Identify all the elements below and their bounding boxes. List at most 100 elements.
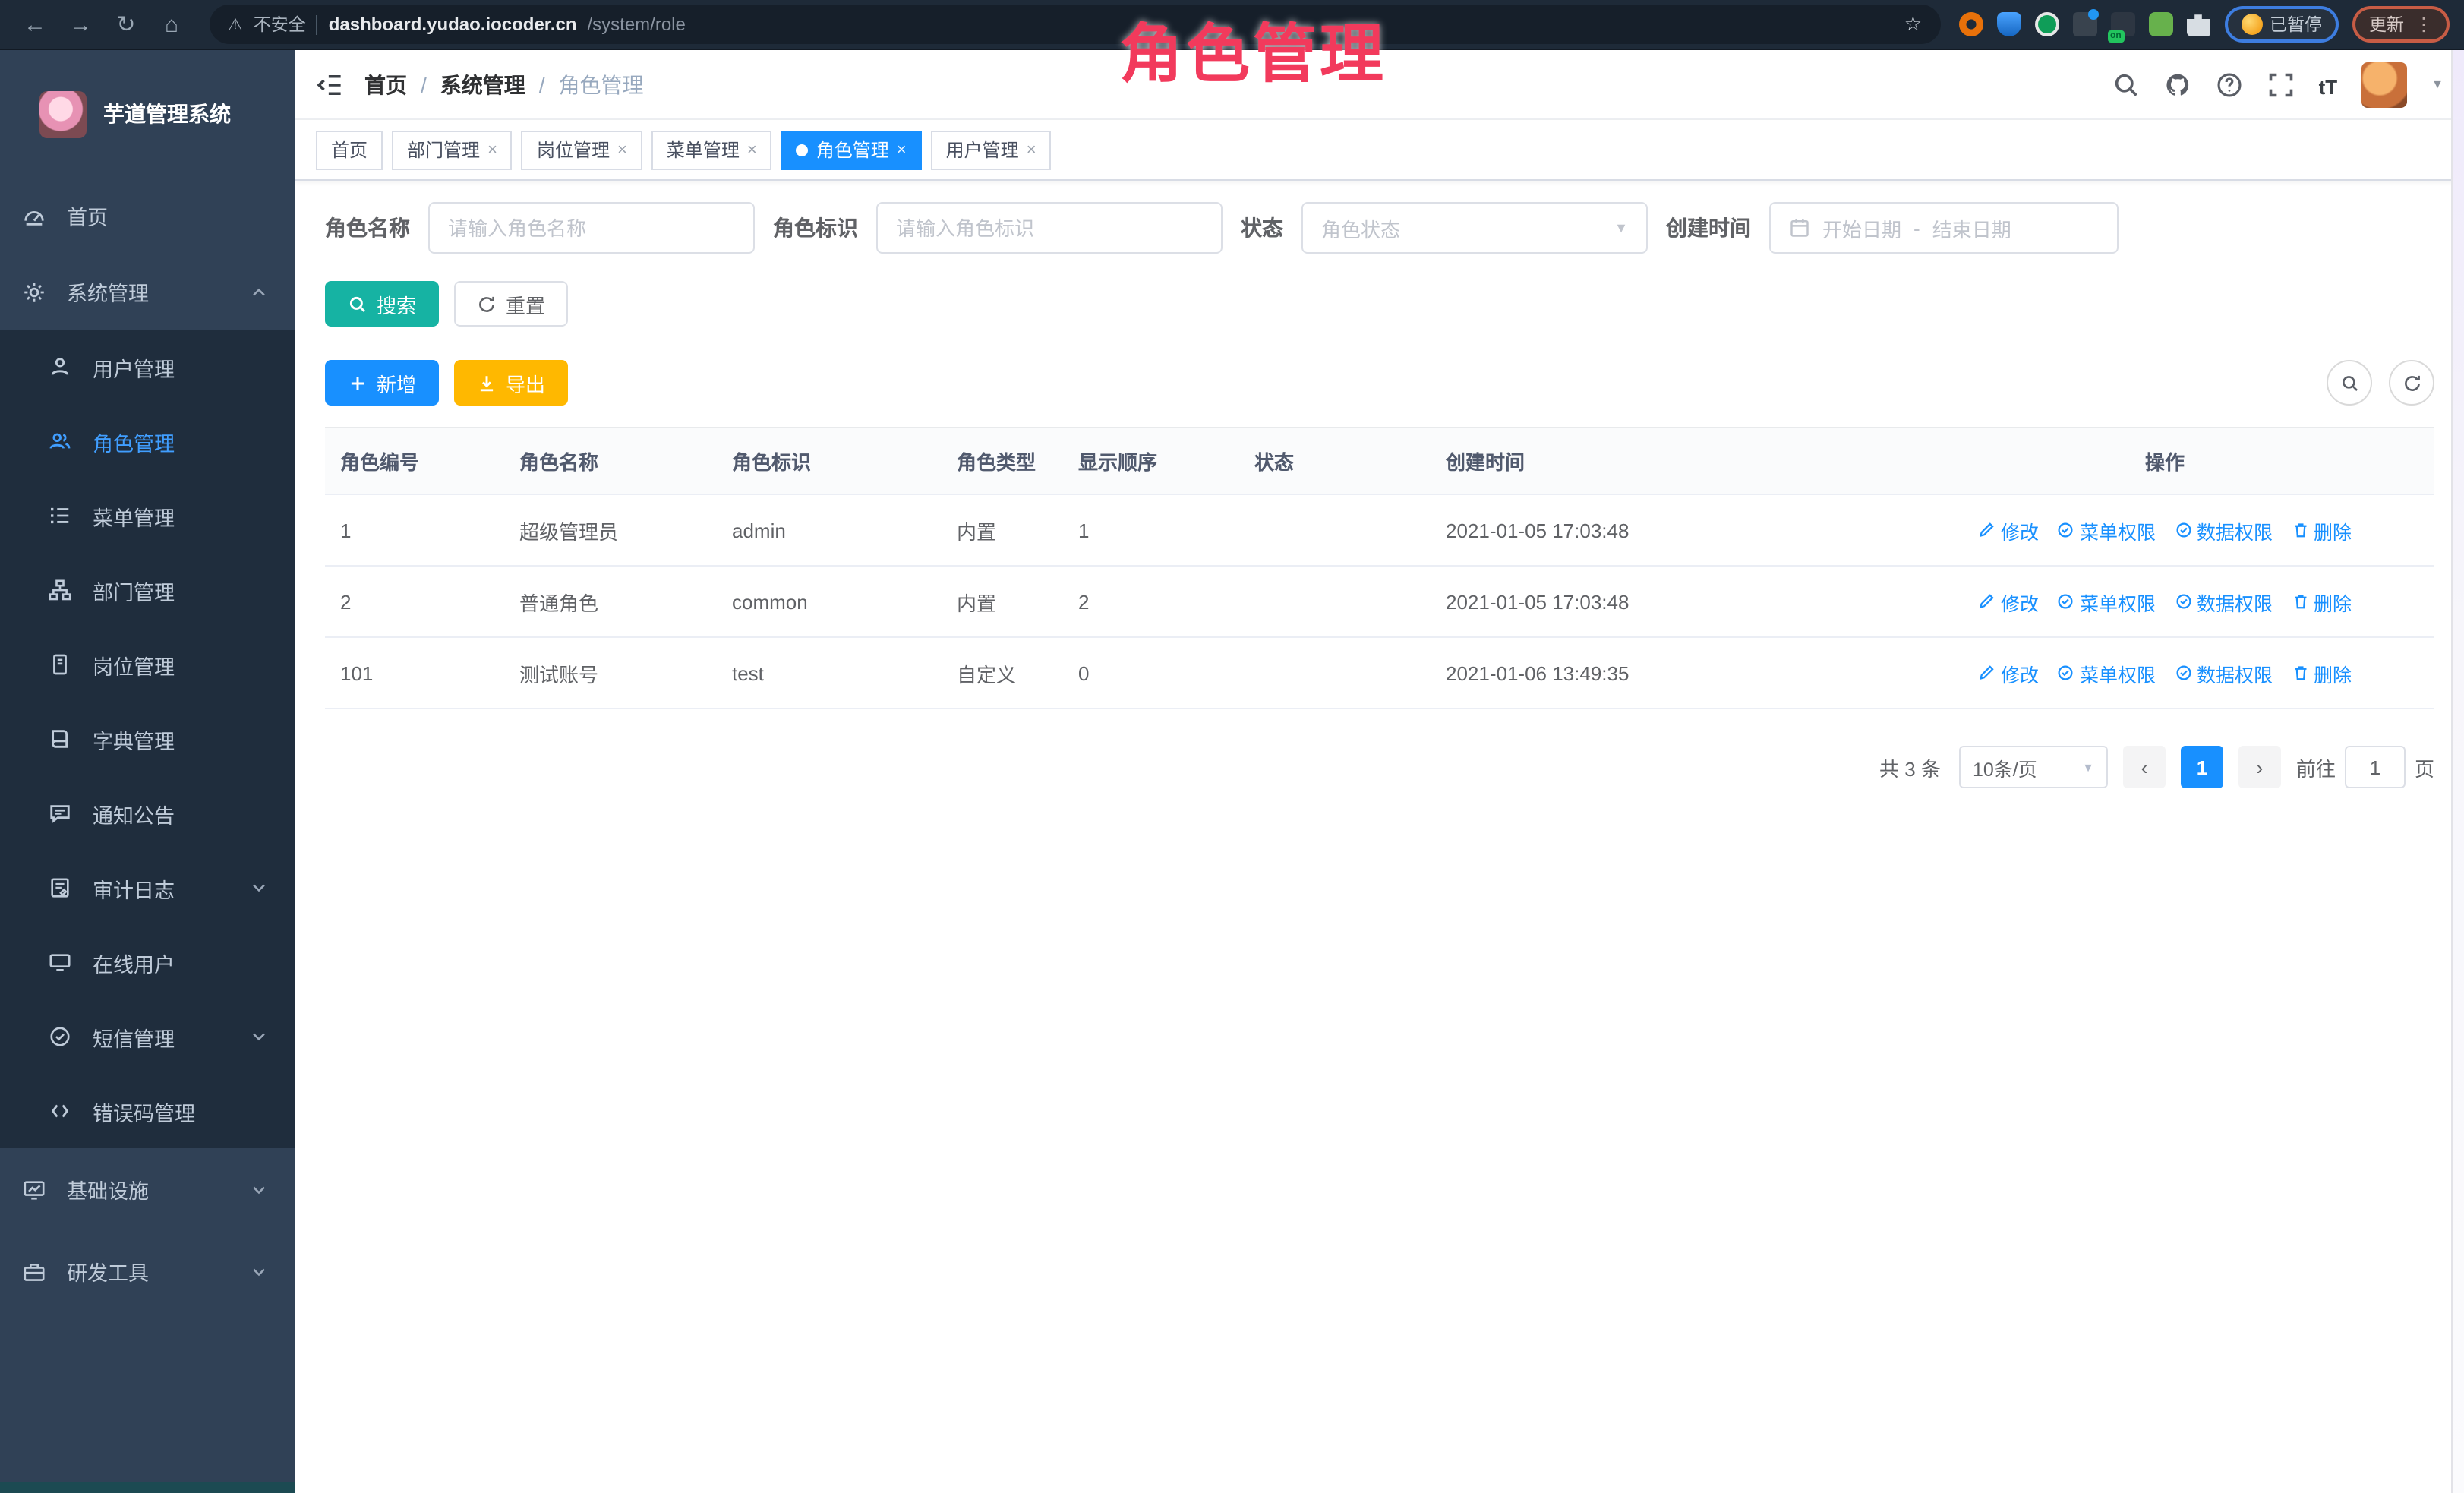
sidebar-item-users[interactable]: 用户管理	[0, 330, 295, 404]
browser-reload-icon[interactable]: ↻	[106, 5, 146, 44]
menu-permission-link[interactable]: 菜单权限	[2057, 658, 2156, 687]
sidebar-item-menus[interactable]: 菜单管理	[0, 478, 295, 553]
tab-users[interactable]: 用户管理×	[931, 130, 1052, 169]
profile-paused-chip[interactable]: 已暂停	[2224, 6, 2339, 43]
browser-menu-kebab-icon[interactable]: ⋮	[2415, 14, 2433, 35]
gear-icon	[23, 280, 46, 303]
sidebar-item-roles[interactable]: 角色管理	[0, 404, 295, 478]
user-avatar[interactable]	[2361, 62, 2407, 107]
browser-scrollbar[interactable]	[2451, 50, 2464, 1493]
tab-departments[interactable]: 部门管理 ×	[392, 130, 513, 169]
extension-blue-drop-icon[interactable]	[1996, 12, 2021, 36]
sidebar-bottom-strip	[0, 1482, 295, 1493]
browser-update-chip[interactable]: 更新 ⋮	[2352, 6, 2450, 43]
sidebar-item-online-users[interactable]: 在线用户	[0, 925, 295, 999]
edit-link[interactable]: 修改	[1978, 587, 2039, 616]
app-logo-row[interactable]: 芋道管理系统	[0, 50, 295, 178]
extension-orange-icon[interactable]	[1958, 12, 1983, 36]
sidebar-item-error-codes[interactable]: 错误码管理	[0, 1074, 295, 1148]
sidebar-item-system[interactable]: 系统管理	[0, 254, 295, 330]
close-icon[interactable]: ×	[617, 140, 627, 159]
sidebar-item-label: 错误码管理	[93, 1096, 195, 1126]
search-icon[interactable]	[2112, 71, 2140, 98]
delete-link[interactable]: 删除	[2291, 516, 2352, 544]
edit-link[interactable]: 修改	[1978, 658, 2039, 687]
role-name-input[interactable]	[448, 216, 735, 239]
next-page-button[interactable]: ›	[2238, 746, 2281, 788]
start-date-placeholder: 开始日期	[1822, 213, 1901, 242]
trash-icon	[2291, 664, 2309, 682]
page-1-button[interactable]: 1	[2181, 746, 2223, 788]
extension-dark-icon[interactable]: on	[2110, 12, 2134, 36]
date-range-picker[interactable]: 开始日期 - 结束日期	[1769, 202, 2119, 254]
search-button[interactable]: 搜索	[325, 281, 439, 327]
address-bar[interactable]: ⚠ 不安全 dashboard.yudao.iocoder.cn /system…	[210, 5, 1940, 44]
help-icon[interactable]	[2216, 71, 2243, 98]
reset-button-label: 重置	[506, 289, 545, 318]
cell-role-sort: 1	[1063, 519, 1239, 541]
search-form: 角色名称 角色标识 状态 角色状态 ▼ 创建时间	[325, 202, 2434, 254]
sidebar-item-departments[interactable]: 部门管理	[0, 553, 295, 627]
sidebar-item-home[interactable]: 首页	[0, 178, 295, 254]
chevron-down-icon: ▼	[1614, 220, 1628, 235]
toggle-search-button[interactable]	[2327, 360, 2372, 406]
edit-link[interactable]: 修改	[1978, 516, 2039, 544]
reset-button[interactable]: 重置	[454, 281, 568, 327]
status-select[interactable]: 角色状态 ▼	[1301, 202, 1648, 254]
breadcrumb-system[interactable]: 系统管理	[440, 69, 525, 99]
circle-check-icon	[2057, 664, 2075, 682]
sidebar-fold-icon[interactable]	[316, 71, 343, 98]
extension-grid-icon[interactable]	[2072, 12, 2096, 36]
github-icon[interactable]	[2164, 71, 2191, 98]
extension-robot-icon[interactable]	[2148, 12, 2172, 36]
prev-page-button[interactable]: ‹	[2123, 746, 2166, 788]
goto-page-input[interactable]	[2345, 746, 2406, 788]
fullscreen-icon[interactable]	[2267, 71, 2295, 98]
extensions-puzzle-icon[interactable]	[2186, 12, 2210, 36]
role-name-field	[428, 202, 755, 254]
role-key-input[interactable]	[896, 216, 1203, 239]
delete-link[interactable]: 删除	[2291, 658, 2352, 687]
close-icon[interactable]: ×	[747, 140, 757, 159]
tab-roles[interactable]: 角色管理×	[781, 130, 922, 169]
close-icon[interactable]: ×	[487, 140, 497, 159]
browser-back-icon[interactable]: ←	[15, 5, 55, 44]
sidebar-item-posts[interactable]: 岗位管理	[0, 627, 295, 702]
avatar-caret-icon[interactable]: ▼	[2431, 77, 2443, 91]
delete-label: 删除	[2314, 516, 2352, 544]
browser-home-icon[interactable]: ⌂	[152, 5, 191, 44]
tab-label: 部门管理	[407, 137, 480, 163]
close-icon[interactable]: ×	[1027, 140, 1036, 159]
tab-menus[interactable]: 菜单管理×	[651, 130, 772, 169]
sidebar-item-notices[interactable]: 通知公告	[0, 776, 295, 851]
data-permission-link[interactable]: 数据权限	[2174, 587, 2273, 616]
sidebar-item-infrastructure[interactable]: 基础设施	[0, 1148, 295, 1230]
cell-role-id: 2	[325, 590, 504, 613]
close-icon[interactable]: ×	[897, 140, 907, 159]
tab-posts[interactable]: 岗位管理 ×	[522, 130, 642, 169]
data-permission-link[interactable]: 数据权限	[2174, 658, 2273, 687]
font-size-icon[interactable]: tT	[2319, 71, 2338, 98]
circle-check-icon	[2057, 592, 2075, 611]
extension-green-icon[interactable]	[2034, 12, 2059, 36]
breadcrumb-home[interactable]: 首页	[364, 69, 407, 99]
data-permission-link[interactable]: 数据权限	[2174, 516, 2273, 544]
menu-permission-link[interactable]: 菜单权限	[2057, 516, 2156, 544]
security-label[interactable]: 不安全	[254, 12, 306, 36]
add-button[interactable]: 新增	[325, 360, 439, 406]
tab-home[interactable]: 首页	[316, 130, 383, 169]
chevron-down-icon: ▼	[2082, 760, 2094, 774]
browser-forward-icon[interactable]: →	[61, 5, 100, 44]
sidebar-item-sms[interactable]: 短信管理	[0, 999, 295, 1074]
sidebar-item-dev-tools[interactable]: 研发工具	[0, 1230, 295, 1312]
page-size-select[interactable]: 10条/页 ▼	[1959, 746, 2108, 788]
sidebar-item-dict[interactable]: 字典管理	[0, 702, 295, 776]
bookmark-star-icon[interactable]: ☆	[1904, 12, 1922, 36]
delete-link[interactable]: 删除	[2291, 587, 2352, 616]
export-button[interactable]: 导出	[454, 360, 568, 406]
tab-label: 岗位管理	[537, 137, 610, 163]
audit-log-icon	[49, 876, 71, 899]
refresh-table-button[interactable]	[2389, 360, 2434, 406]
menu-permission-link[interactable]: 菜单权限	[2057, 587, 2156, 616]
sidebar-item-audit-log[interactable]: 审计日志	[0, 851, 295, 925]
